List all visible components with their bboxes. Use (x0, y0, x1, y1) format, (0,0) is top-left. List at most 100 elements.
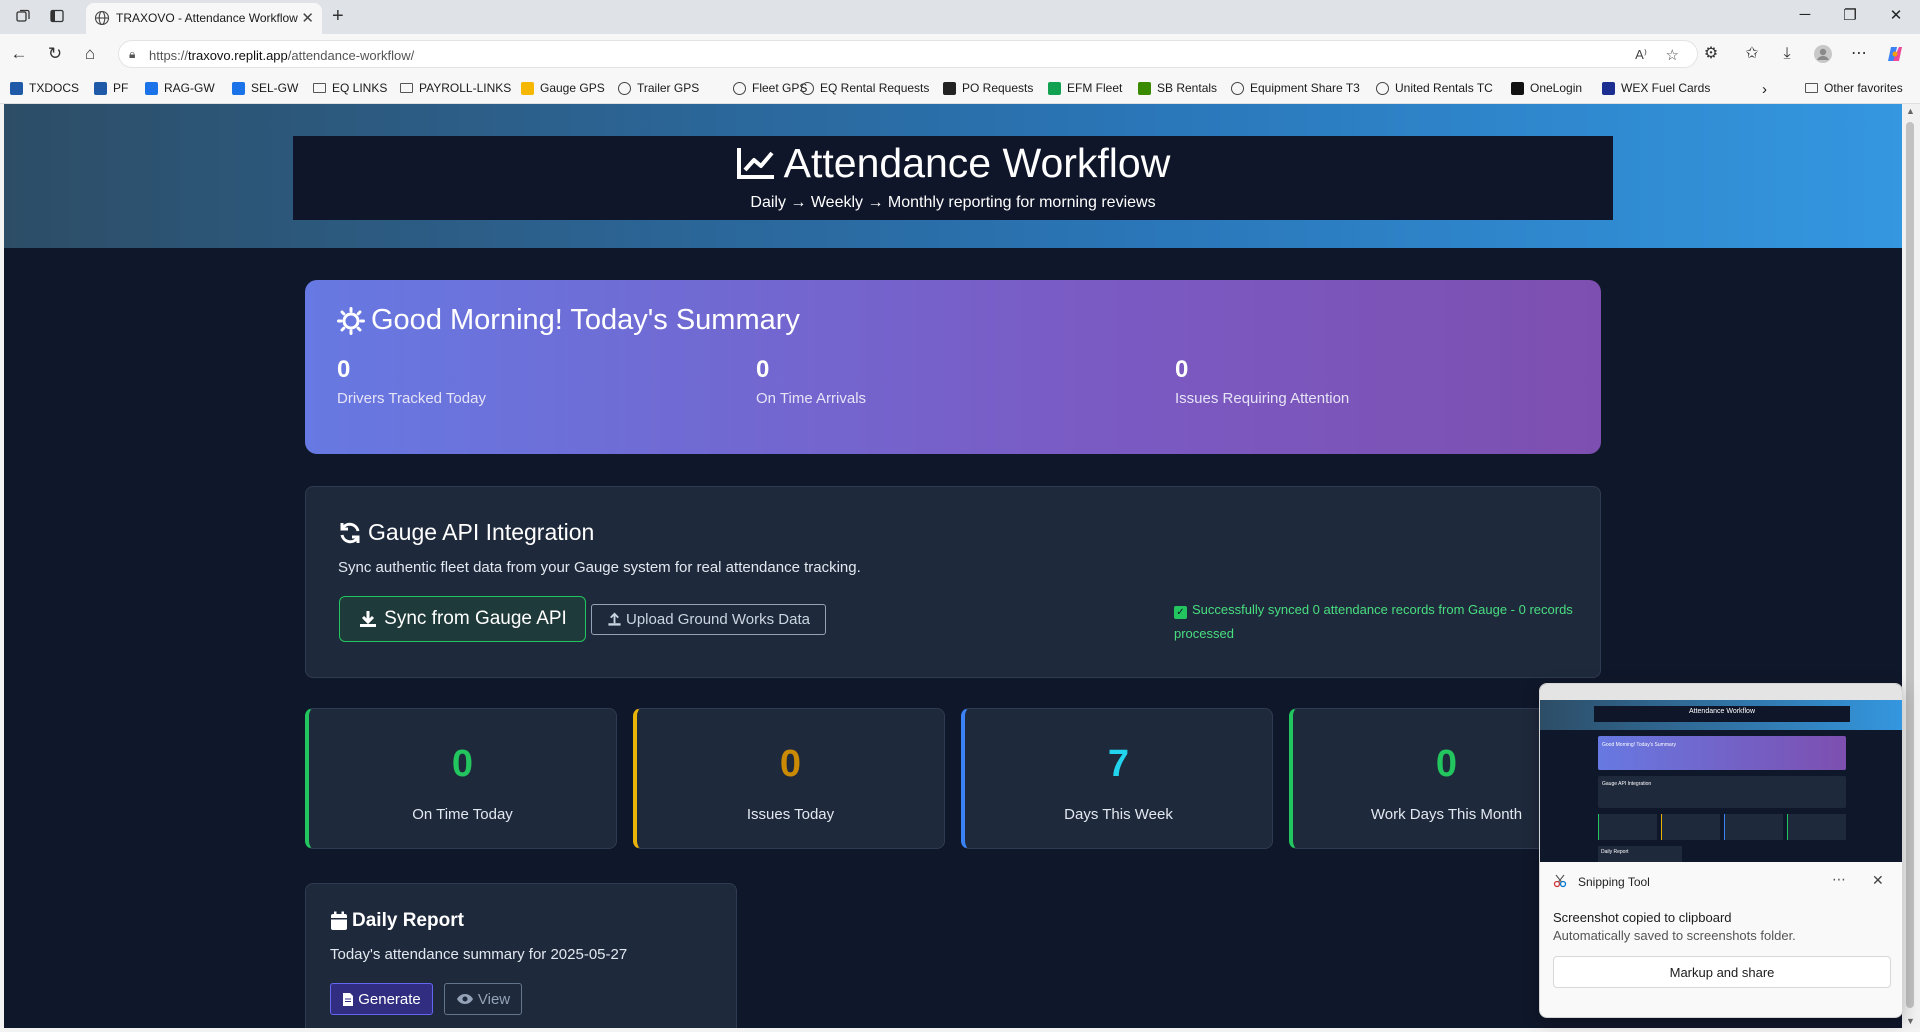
thumbnail-stat (1661, 814, 1720, 840)
file-icon (343, 992, 354, 1006)
more-options-icon[interactable]: ⋯ (1832, 871, 1846, 888)
tab-attendance-workflow[interactable]: TRAXOVO - Attendance Workflow ✕ (86, 3, 322, 34)
page-title: Attendance Workflow (293, 140, 1613, 187)
favorite-item[interactable]: EQ Rental Requests (801, 81, 929, 95)
screenshot-thumbnail[interactable]: Attendance Workflow Good Morning! Today'… (1540, 684, 1902, 862)
chevron-right-icon[interactable]: › (1762, 81, 1767, 98)
workspaces-icon[interactable] (14, 8, 32, 26)
favorite-item[interactable]: Equipment Share T3 (1231, 81, 1360, 95)
summary-title: Good Morning! Today's Summary (337, 304, 800, 337)
favorite-item[interactable]: SEL-GW (232, 81, 298, 95)
thumbnail-title: Attendance Workflow (1594, 706, 1850, 722)
site-icon (943, 81, 956, 95)
thumbnail-summary: Good Morning! Today's Summary (1598, 736, 1846, 770)
page-scrollbar[interactable]: ▲ ▼ (1902, 104, 1920, 1028)
favorite-item[interactable]: EFM Fleet (1048, 81, 1122, 95)
thumbnail-stat (1724, 814, 1783, 840)
site-icon (94, 81, 107, 95)
favorite-item[interactable]: SB Rentals (1138, 81, 1217, 95)
on-time-arrivals-label: On Time Arrivals (756, 390, 867, 407)
favorite-item[interactable]: TXDOCS (10, 81, 79, 95)
favorite-item[interactable]: Fleet GPS (733, 81, 807, 95)
stat-label: On Time Today (412, 806, 513, 823)
new-tab-icon[interactable]: + (332, 5, 344, 28)
site-icon (232, 81, 245, 95)
favorite-item[interactable]: RAG-GW (145, 81, 215, 95)
summary-card: Good Morning! Today's Summary 0 Drivers … (305, 280, 1601, 454)
calendar-icon (331, 911, 347, 930)
scrollbar-thumb[interactable] (1906, 122, 1914, 1008)
copilot-icon[interactable] (1885, 44, 1905, 70)
address-toolbar: ← ↻ ⌂ 🔒︎ https://traxovo.replit.app/atte… (0, 34, 1920, 74)
close-window-icon[interactable]: ✕ (1886, 6, 1906, 24)
markup-and-share-button[interactable]: Markup and share (1553, 956, 1891, 988)
site-icon (1511, 81, 1524, 95)
address-bar[interactable]: 🔒︎ https://traxovo.replit.app/attendance… (118, 40, 1698, 68)
back-icon[interactable]: ← (9, 44, 29, 64)
snipping-tool-notification[interactable]: Attendance Workflow Good Morning! Today'… (1539, 683, 1903, 1018)
favorite-item[interactable]: PF (94, 81, 128, 95)
favorites-icon[interactable]: ✩ (1742, 44, 1762, 64)
daily-report-description: Today's attendance summary for 2025-05-2… (330, 946, 628, 963)
favorite-item[interactable]: EQ LINKS (313, 81, 387, 95)
issues-label: Issues Requiring Attention (1175, 390, 1350, 407)
view-button[interactable]: View (444, 983, 522, 1015)
globe-icon (801, 81, 814, 95)
drivers-tracked-label: Drivers Tracked Today (337, 390, 486, 407)
url-text[interactable]: https://traxovo.replit.app/attendance-wo… (149, 48, 414, 63)
globe-icon (1376, 81, 1389, 95)
more-menu-icon[interactable]: ⋯ (1849, 44, 1869, 64)
site-icon (1048, 81, 1061, 95)
scroll-down-icon[interactable]: ▼ (1906, 1016, 1915, 1026)
favorite-item[interactable]: Trailer GPS (618, 81, 699, 95)
folder-icon (313, 83, 326, 93)
sync-gauge-button[interactable]: Sync from Gauge API (339, 596, 586, 642)
scroll-up-icon[interactable]: ▲ (1906, 106, 1915, 116)
tab-title: TRAXOVO - Attendance Workflow (116, 11, 298, 25)
upload-ground-works-button[interactable]: Upload Ground Works Data (591, 604, 826, 635)
extensions-icon[interactable]: ⚙ (1701, 44, 1721, 64)
stat-issues-today: 0 Issues Today (633, 708, 945, 849)
stat-on-time-today: 0 On Time Today (305, 708, 617, 849)
globe-icon (733, 81, 746, 95)
vertical-tabs-icon[interactable] (48, 8, 66, 26)
folder-icon (400, 83, 413, 93)
thumbnail-browser-chrome (1540, 684, 1902, 700)
gauge-api-title: Gauge API Integration (338, 519, 594, 546)
globe-icon (94, 10, 110, 26)
gauge-api-card: Gauge API Integration Sync authentic fle… (305, 486, 1601, 678)
lock-icon[interactable]: 🔒︎ (129, 47, 135, 62)
sun-icon (337, 306, 365, 335)
refresh-icon[interactable]: ↻ (45, 44, 65, 64)
notification-body: Snipping Tool ⋯ ✕ Screenshot copied to c… (1540, 862, 1902, 1017)
favorite-item[interactable]: OneLogin (1511, 81, 1582, 95)
stat-label: Issues Today (746, 806, 835, 823)
favorite-star-icon[interactable]: ☆ (1666, 46, 1679, 64)
favorite-item[interactable]: WEX Fuel Cards (1602, 81, 1710, 95)
daily-report-title: Daily Report (330, 910, 464, 932)
home-icon[interactable]: ⌂ (80, 44, 100, 64)
stat-value: 0 (451, 743, 474, 785)
favorite-item[interactable]: PO Requests (943, 81, 1033, 95)
sync-status-message: ✓ Successfully synced 0 attendance record… (1174, 602, 1573, 641)
minimize-icon[interactable]: ─ (1795, 6, 1815, 23)
favorite-item[interactable]: Gauge GPS (521, 81, 605, 95)
thumbnail-api: Gauge API Integration (1598, 776, 1846, 808)
favorite-item[interactable]: PAYROLL-LINKS (400, 81, 511, 95)
favorite-item[interactable]: United Rentals TC (1376, 81, 1493, 95)
close-tab-icon[interactable]: ✕ (301, 9, 314, 27)
site-icon (1602, 81, 1615, 95)
read-aloud-icon[interactable]: A⁾ (1635, 47, 1647, 63)
globe-icon (618, 81, 631, 95)
page-subtitle: Daily → Weekly → Monthly reporting for m… (750, 194, 1156, 211)
stat-label: Days This Week (1064, 806, 1173, 823)
restore-icon[interactable]: ❐ (1840, 6, 1860, 24)
close-notification-icon[interactable]: ✕ (1872, 872, 1884, 889)
generate-button[interactable]: Generate (330, 983, 433, 1015)
downloads-icon[interactable]: ⤓ (1777, 44, 1797, 64)
gauge-api-description: Sync authentic fleet data from your Gaug… (338, 559, 861, 576)
profile-icon[interactable] (1813, 44, 1833, 70)
eye-icon (456, 994, 473, 1004)
folder-icon (1805, 83, 1818, 93)
other-favorites[interactable]: Other favorites (1805, 81, 1903, 95)
